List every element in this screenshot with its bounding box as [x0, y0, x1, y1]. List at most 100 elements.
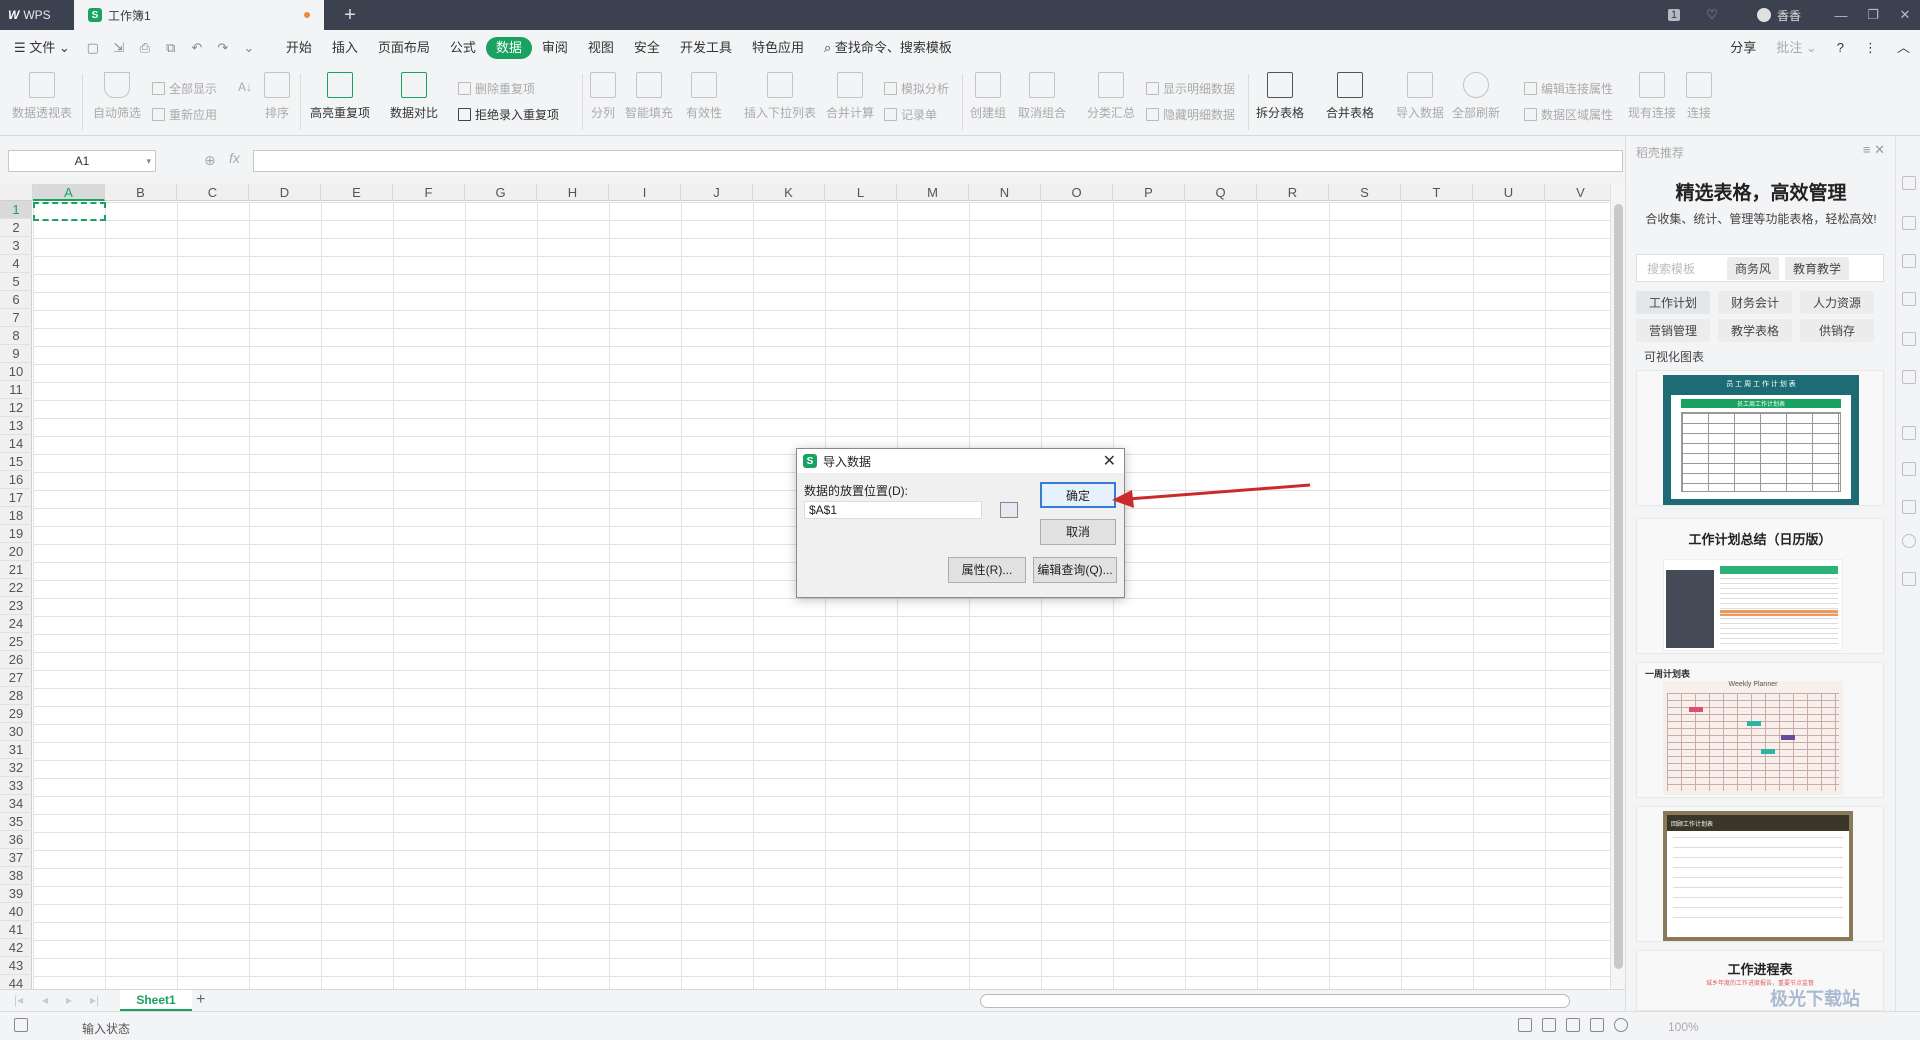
prev-sheet-icon[interactable]: ◂: [42, 993, 48, 1007]
print-preview-icon[interactable]: ⧉: [158, 40, 184, 56]
undo-icon[interactable]: ↶: [184, 40, 210, 56]
next-sheet-icon[interactable]: ▸: [66, 993, 72, 1007]
category-chip[interactable]: 财务会计: [1718, 291, 1792, 314]
row-header-17[interactable]: 17: [0, 489, 32, 507]
row-header-32[interactable]: 32: [0, 759, 32, 777]
reading-mode-icon[interactable]: [1590, 1018, 1604, 1032]
menu-formula[interactable]: 公式: [440, 37, 486, 59]
collapse-ribbon-icon[interactable]: ︿: [1887, 37, 1920, 59]
more-dropdown-icon[interactable]: ⌄: [236, 40, 262, 56]
restore-button[interactable]: ❐: [1862, 0, 1884, 30]
row-header-37[interactable]: 37: [0, 849, 32, 867]
column-header-t[interactable]: T: [1401, 184, 1473, 201]
page-badge-icon[interactable]: 1: [1664, 0, 1684, 30]
sheet-tab-sheet1[interactable]: Sheet1: [120, 990, 192, 1011]
ungroup-button[interactable]: 取消组合: [1018, 72, 1066, 121]
cancel-button[interactable]: 取消: [1040, 519, 1116, 545]
show-detail-button[interactable]: 显示明细数据: [1146, 80, 1235, 97]
new-tab-button[interactable]: +: [336, 0, 364, 30]
select-all-corner[interactable]: [0, 184, 33, 201]
column-header-n[interactable]: N: [969, 184, 1041, 201]
column-header-b[interactable]: B: [105, 184, 177, 201]
row-header-30[interactable]: 30: [0, 723, 32, 741]
row-header-31[interactable]: 31: [0, 741, 32, 759]
column-header-u[interactable]: U: [1473, 184, 1545, 201]
template-card[interactable]: 回顾工作计划表: [1636, 806, 1884, 942]
row-header-6[interactable]: 6: [0, 291, 32, 309]
column-header-s[interactable]: S: [1329, 184, 1401, 201]
row-header-11[interactable]: 11: [0, 381, 32, 399]
sidebar-header[interactable]: 稻壳推荐: [1636, 144, 1684, 161]
row-header-15[interactable]: 15: [0, 453, 32, 471]
sort-button[interactable]: 排序: [264, 72, 290, 121]
template-search[interactable]: 搜索模板 商务风 教育教学: [1636, 254, 1884, 282]
column-header-j[interactable]: J: [681, 184, 753, 201]
row-header-19[interactable]: 19: [0, 525, 32, 543]
menu-insert[interactable]: 插入: [322, 37, 368, 59]
template-card[interactable]: 员 工 周 工 作 计 划 表 员工周工作计划表: [1636, 370, 1884, 506]
column-header-k[interactable]: K: [753, 184, 825, 201]
last-sheet-icon[interactable]: ▸|: [90, 993, 99, 1007]
row-header-34[interactable]: 34: [0, 795, 32, 813]
save-icon[interactable]: ▢: [80, 40, 106, 56]
share-doc-icon[interactable]: [1902, 500, 1916, 514]
menu-security[interactable]: 安全: [624, 37, 670, 59]
highlight-duplicates-button[interactable]: 高亮重复项: [310, 72, 370, 121]
row-header-42[interactable]: 42: [0, 939, 32, 957]
properties-button[interactable]: 属性(R)...: [948, 557, 1026, 583]
category-chip[interactable]: 供销存: [1800, 319, 1874, 342]
column-header-v[interactable]: V: [1545, 184, 1610, 201]
row-header-14[interactable]: 14: [0, 435, 32, 453]
column-header-c[interactable]: C: [177, 184, 249, 201]
show-all-button[interactable]: 全部显示: [152, 80, 217, 97]
reapply-button[interactable]: 重新应用: [152, 106, 217, 123]
row-header-3[interactable]: 3: [0, 237, 32, 255]
page-break-view-icon[interactable]: [1566, 1018, 1580, 1032]
help-doc-icon[interactable]: [1902, 572, 1916, 586]
row-header-39[interactable]: 39: [0, 885, 32, 903]
row-header-44[interactable]: 44: [0, 975, 32, 989]
row-header-9[interactable]: 9: [0, 345, 32, 363]
category-visual-charts[interactable]: 可视化图表: [1644, 348, 1704, 365]
placement-input[interactable]: $A$1: [804, 501, 982, 519]
row-header-26[interactable]: 26: [0, 651, 32, 669]
delete-duplicates-button[interactable]: 删除重复项: [458, 80, 535, 97]
template-icon[interactable]: [1902, 176, 1916, 190]
eye-protection-icon[interactable]: [1614, 1018, 1628, 1032]
row-header-27[interactable]: 27: [0, 669, 32, 687]
menu-page-layout[interactable]: 页面布局: [368, 37, 440, 59]
row-header-16[interactable]: 16: [0, 471, 32, 489]
range-picker-icon[interactable]: [1000, 502, 1018, 518]
template-card[interactable]: 一周计划表 Weekly Planner: [1636, 662, 1884, 798]
menu-developer[interactable]: 开发工具: [670, 37, 742, 59]
row-header-29[interactable]: 29: [0, 705, 32, 723]
backup-icon[interactable]: [1902, 426, 1916, 440]
row-header-41[interactable]: 41: [0, 921, 32, 939]
fullscreen-icon[interactable]: [1518, 1018, 1532, 1032]
simulate-analysis-button[interactable]: 模拟分析: [884, 80, 949, 97]
category-chip[interactable]: 营销管理: [1636, 319, 1710, 342]
tab-workbook[interactable]: S 工作簿1: [74, 0, 324, 30]
row-header-35[interactable]: 35: [0, 813, 32, 831]
pivot-table-button[interactable]: 数据透视表: [12, 72, 72, 121]
data-compare-button[interactable]: 数据对比: [390, 72, 438, 121]
column-header-m[interactable]: M: [897, 184, 969, 201]
macro-icon[interactable]: [14, 1018, 28, 1032]
command-search[interactable]: ⌕ 查找命令、搜索模板: [814, 37, 962, 59]
row-header-38[interactable]: 38: [0, 867, 32, 885]
column-header-f[interactable]: F: [393, 184, 465, 201]
add-sheet-button[interactable]: +: [196, 990, 205, 1010]
column-header-e[interactable]: E: [321, 184, 393, 201]
image-icon[interactable]: [1902, 462, 1916, 476]
column-header-h[interactable]: H: [537, 184, 609, 201]
import-data-button[interactable]: 导入数据: [1396, 72, 1444, 121]
share-icon[interactable]: ⇲: [106, 40, 132, 56]
print-icon[interactable]: ⎙: [132, 40, 158, 56]
skin-icon[interactable]: ♡: [1702, 0, 1722, 30]
fx-icon[interactable]: fx: [229, 150, 240, 166]
column-header-r[interactable]: R: [1257, 184, 1329, 201]
menu-special[interactable]: 特色应用: [742, 37, 814, 59]
row-header-4[interactable]: 4: [0, 255, 32, 273]
split-column-button[interactable]: 分列: [590, 72, 616, 121]
hide-detail-button[interactable]: 隐藏明细数据: [1146, 106, 1235, 123]
